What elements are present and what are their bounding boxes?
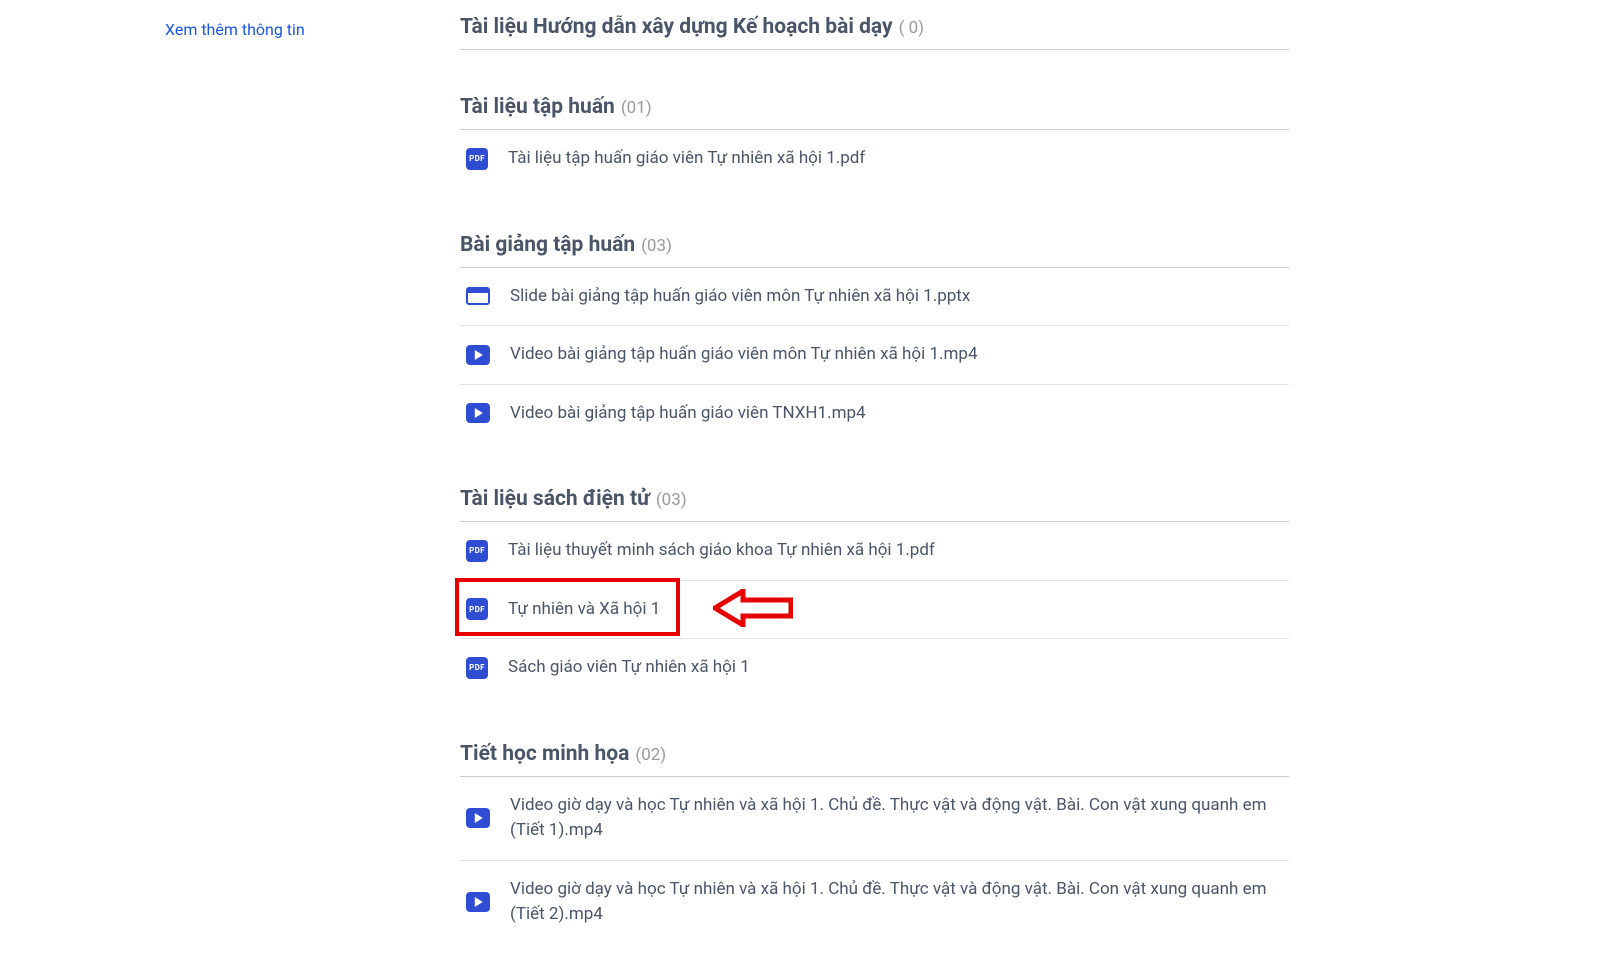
section-header: Tiết học minh họa (02)	[460, 742, 1289, 777]
list-item[interactable]: Video giờ dạy và học Tự nhiên và xã hội …	[460, 777, 1289, 861]
slide-icon	[466, 287, 490, 305]
arrow-annotation	[713, 589, 793, 631]
item-list: PDF Tài liệu tập huấn giáo viên Tự nhiên …	[460, 130, 1289, 188]
section: Bài giảng tập huấn (03) Slide bài giảng tậ…	[460, 233, 1289, 443]
video-icon	[466, 808, 490, 828]
list-item[interactable]: Video giờ dạy và học Tự nhiên và xã hội …	[460, 861, 1289, 944]
section: Tài liệu sách điện tử (03) PDF Tài liệu thu…	[460, 487, 1289, 697]
item-label: Sách giáo viên Tự nhiên xã hội 1	[508, 655, 750, 681]
section-header: Tài liệu tập huấn (01)	[460, 95, 1289, 130]
section: Tài liệu tập huấn (01) PDF Tài liệu tập huấ…	[460, 95, 1289, 188]
section-title: Tài liệu Hướng dẫn xây dựng Kế hoạch bài…	[460, 15, 893, 39]
section-count: (03)	[641, 236, 672, 256]
section-count: (01)	[621, 98, 652, 118]
item-label: Video giờ dạy và học Tự nhiên và xã hội …	[510, 877, 1289, 928]
list-item[interactable]: Video bài giảng tập huấn giáo viên môn T…	[460, 326, 1289, 385]
item-label: Slide bài giảng tập huấn giáo viên môn T…	[510, 284, 970, 310]
item-list: PDF Tài liệu thuyết minh sách giáo khoa T…	[460, 522, 1289, 697]
item-label: Tự nhiên và Xã hội 1	[508, 597, 660, 623]
video-icon	[466, 892, 490, 912]
pdf-icon: PDF	[466, 540, 488, 562]
section-count: ( 0)	[899, 18, 925, 38]
more-info-link[interactable]: Xem thêm thông tin	[165, 20, 305, 39]
video-icon	[466, 403, 490, 423]
section-count: (03)	[656, 490, 687, 510]
section-count: (02)	[635, 745, 666, 765]
section-title: Bài giảng tập huấn	[460, 233, 635, 257]
list-item[interactable]: PDF Tự nhiên và Xã hội 1	[460, 581, 1289, 640]
sidebar: Xem thêm thông tin	[0, 15, 460, 954]
item-label: Tài liệu tập huấn giáo viên Tự nhiên xã …	[508, 146, 865, 172]
section: Tài liệu Hướng dẫn xây dựng Kế hoạch bài…	[460, 15, 1289, 50]
item-label: Video bài giảng tập huấn giáo viên TNXH1…	[510, 401, 866, 427]
item-label: Tài liệu thuyết minh sách giáo khoa Tự n…	[508, 538, 935, 564]
list-item[interactable]: PDF Sách giáo viên Tự nhiên xã hội 1	[460, 639, 1289, 697]
item-label: Video bài giảng tập huấn giáo viên môn T…	[510, 342, 978, 368]
item-list: Video giờ dạy và học Tự nhiên và xã hội …	[460, 777, 1289, 944]
item-label: Video giờ dạy và học Tự nhiên và xã hội …	[510, 793, 1289, 844]
section-header: Tài liệu sách điện tử (03)	[460, 487, 1289, 522]
pdf-icon: PDF	[466, 148, 488, 170]
list-item[interactable]: Slide bài giảng tập huấn giáo viên môn T…	[460, 268, 1289, 327]
section-header: Tài liệu Hướng dẫn xây dựng Kế hoạch bài…	[460, 15, 1289, 50]
section-title: Tài liệu sách điện tử	[460, 487, 650, 511]
section: Tiết học minh họa (02) Video giờ dạy và họ…	[460, 742, 1289, 944]
section-header: Bài giảng tập huấn (03)	[460, 233, 1289, 268]
list-item[interactable]: PDF Tài liệu tập huấn giáo viên Tự nhiên …	[460, 130, 1289, 188]
list-item[interactable]: Video bài giảng tập huấn giáo viên TNXH1…	[460, 385, 1289, 443]
item-list: Slide bài giảng tập huấn giáo viên môn T…	[460, 268, 1289, 443]
video-icon	[466, 345, 490, 365]
pdf-icon: PDF	[466, 598, 488, 620]
section-title: Tiết học minh họa	[460, 742, 629, 766]
pdf-icon: PDF	[466, 657, 488, 679]
list-item[interactable]: PDF Tài liệu thuyết minh sách giáo khoa T…	[460, 522, 1289, 581]
main-content: Tài liệu Hướng dẫn xây dựng Kế hoạch bài…	[460, 15, 1619, 954]
section-title: Tài liệu tập huấn	[460, 95, 615, 119]
